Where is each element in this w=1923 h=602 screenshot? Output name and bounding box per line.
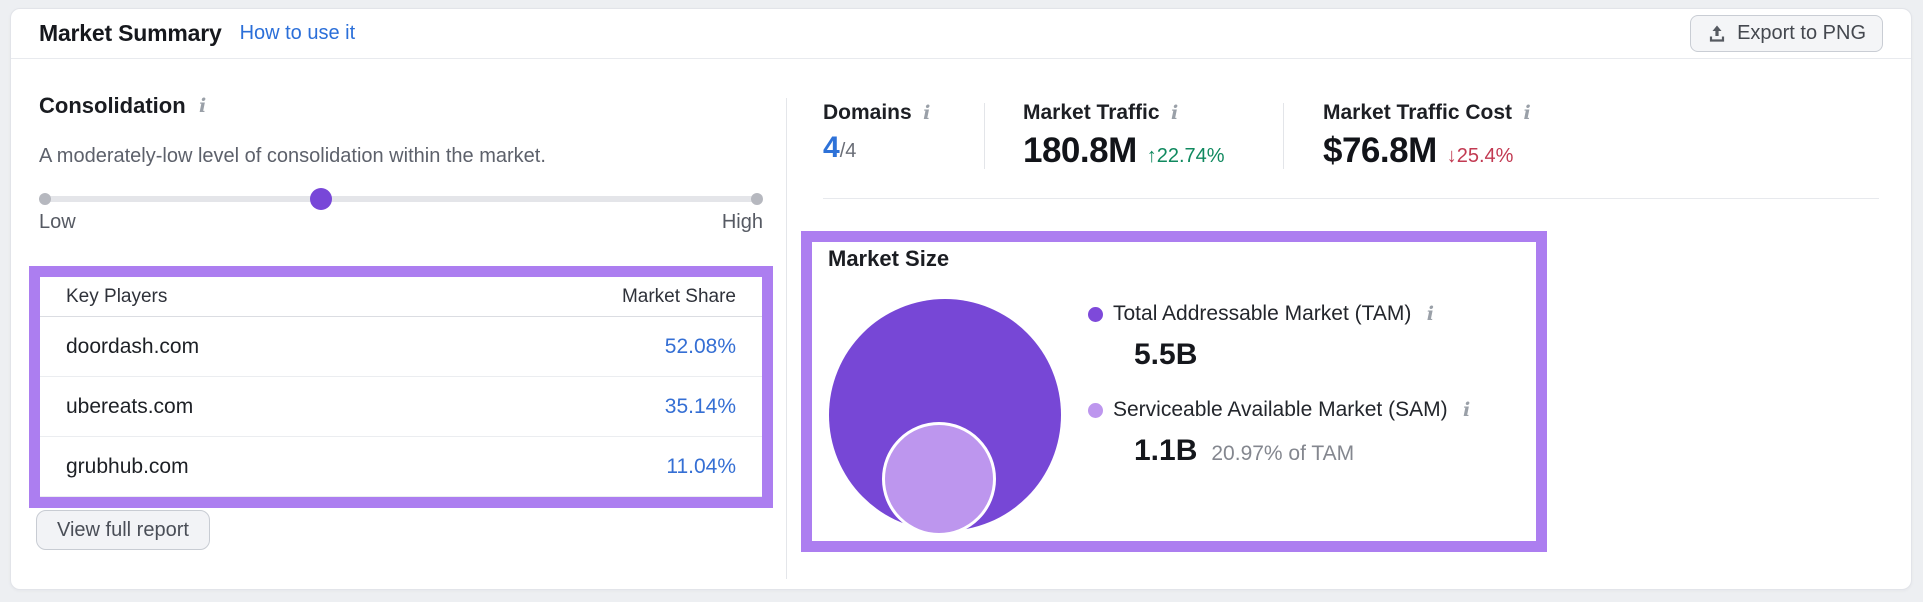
stat-cost-label-row: Market Traffic Cost: [1323, 101, 1532, 125]
stat-traffic-value-row: 180.8M ↑22.74%: [1023, 131, 1225, 171]
tam-value: 5.5B: [1134, 338, 1197, 372]
how-to-use-link[interactable]: How to use it: [240, 22, 356, 45]
cost-info-icon[interactable]: [1522, 104, 1532, 123]
stat-traffic-label: Market Traffic: [1023, 101, 1160, 125]
slider-thumb[interactable]: [310, 188, 332, 210]
stat-traffic-label-row: Market Traffic: [1023, 101, 1225, 125]
domains-suffix: /4: [840, 140, 857, 163]
key-players-table: Key Players Market Share doordash.com 52…: [29, 266, 773, 508]
market-size-title: Market Size: [828, 246, 949, 272]
stat-cost-label: Market Traffic Cost: [1323, 101, 1512, 125]
slider-track[interactable]: [45, 196, 757, 202]
stat-cost-value-row: $76.8M ↓25.4%: [1323, 131, 1532, 171]
cost-value: $76.8M: [1323, 131, 1437, 171]
stat-domains-label: Domains: [823, 101, 912, 125]
traffic-delta-badge: ↑22.74%: [1147, 145, 1225, 168]
market-summary-card: Market Summary How to use it Export to P…: [10, 8, 1912, 590]
share-cell[interactable]: 52.08%: [665, 335, 736, 359]
stat-market-traffic-cost: Market Traffic Cost $76.8M ↓25.4%: [1323, 101, 1532, 171]
traffic-value: 180.8M: [1023, 131, 1137, 171]
traffic-info-icon[interactable]: [1170, 104, 1180, 123]
stat-divider: [984, 103, 985, 169]
consolidation-slider[interactable]: [39, 187, 763, 211]
table-row: doordash.com 52.08%: [40, 317, 762, 377]
export-to-png-button[interactable]: Export to PNG: [1690, 15, 1883, 52]
page-title: Market Summary: [39, 20, 222, 47]
share-cell[interactable]: 11.04%: [666, 455, 736, 479]
market-size-panel: Market Size Total Addressable Market (TA…: [801, 231, 1547, 552]
tam-info-icon[interactable]: [1425, 305, 1435, 324]
domains-value: 4: [823, 131, 840, 165]
stat-domains-label-row: Domains: [823, 101, 932, 125]
domain-cell: grubhub.com: [66, 455, 189, 479]
cost-delta-badge: ↓25.4%: [1447, 145, 1514, 168]
col-key-players: Key Players: [66, 286, 167, 308]
stat-domains-value-row: 4 /4: [823, 131, 932, 165]
slider-start-dot: [39, 193, 51, 205]
stat-divider: [1283, 103, 1284, 169]
tam-legend-row: Total Addressable Market (TAM): [1088, 302, 1435, 326]
tam-dot-icon: [1088, 307, 1103, 322]
tam-label: Total Addressable Market (TAM): [1113, 302, 1411, 326]
export-icon: [1707, 24, 1727, 44]
sam-pct-of-tam: 20.97% of TAM: [1211, 442, 1354, 466]
sam-dot-icon: [1088, 403, 1103, 418]
sam-info-icon[interactable]: [1462, 401, 1472, 420]
sam-label: Serviceable Available Market (SAM): [1113, 398, 1448, 422]
export-button-label: Export to PNG: [1737, 22, 1866, 45]
domain-cell: ubereats.com: [66, 395, 193, 419]
consolidation-description: A moderately-low level of consolidation …: [39, 145, 546, 168]
share-cell[interactable]: 35.14%: [665, 395, 736, 419]
consolidation-title-text: Consolidation: [39, 93, 186, 119]
consolidation-title: Consolidation: [39, 93, 208, 119]
sam-value: 1.1B: [1134, 434, 1197, 468]
table-row: grubhub.com 11.04%: [40, 437, 762, 497]
sam-legend-row: Serviceable Available Market (SAM): [1088, 398, 1472, 422]
view-full-report-button[interactable]: View full report: [36, 510, 210, 550]
col-market-share: Market Share: [622, 286, 736, 308]
sam-value-row: 1.1B 20.97% of TAM: [1134, 434, 1354, 468]
sam-bubble[interactable]: [882, 422, 996, 536]
slider-high-label: High: [722, 211, 763, 234]
stat-market-traffic: Market Traffic 180.8M ↑22.74%: [1023, 101, 1225, 171]
table-row: ubereats.com 35.14%: [40, 377, 762, 437]
slider-end-dot: [751, 193, 763, 205]
stat-domains: Domains 4 /4: [823, 101, 932, 165]
market-summary-screen: Market Summary How to use it Export to P…: [0, 0, 1923, 602]
stats-divider: [823, 198, 1879, 199]
column-divider: [786, 98, 787, 579]
domain-cell: doordash.com: [66, 335, 199, 359]
consolidation-info-icon[interactable]: [198, 97, 208, 116]
card-header: Market Summary How to use it Export to P…: [11, 9, 1911, 59]
slider-low-label: Low: [39, 211, 76, 234]
key-players-header-row: Key Players Market Share: [40, 277, 762, 317]
slider-labels: Low High: [39, 211, 763, 234]
domains-info-icon[interactable]: [922, 104, 932, 123]
